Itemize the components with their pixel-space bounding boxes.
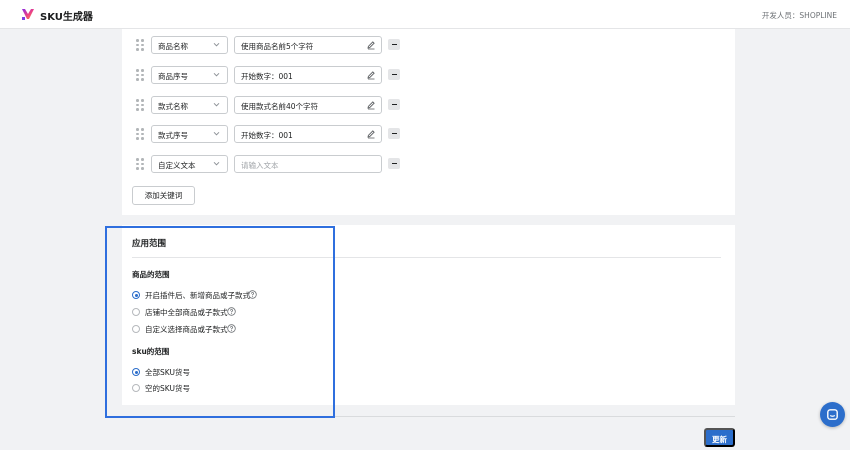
drag-handle-icon[interactable] <box>136 99 144 111</box>
top-bar: SKU生成器 开发人员：SHOPLINE <box>0 0 850 29</box>
remove-row-button[interactable] <box>388 99 400 110</box>
keyword-value: 使用款式名前40个字符 <box>241 102 319 111</box>
keyword-value: 使用商品名前5个字符 <box>241 42 314 51</box>
remove-row-button[interactable] <box>388 69 400 80</box>
drag-handle-icon[interactable] <box>136 69 144 81</box>
pencil-icon[interactable] <box>366 70 376 80</box>
pencil-icon[interactable] <box>366 40 376 50</box>
keyword-row: 自定义文本 请输入文本 <box>122 155 735 173</box>
keyword-row: 商品名称 使用商品名前5个字符 <box>122 36 735 54</box>
keyword-card: 商品名称 使用商品名前5个字符 商品序号 开始数字：001 款式名称 使用款式名… <box>122 29 735 215</box>
remove-row-button[interactable] <box>388 158 400 169</box>
keyword-type-label: 商品名称 <box>158 42 188 51</box>
chevron-down-icon <box>213 102 220 107</box>
chevron-down-icon <box>213 72 220 77</box>
chevron-down-icon <box>213 42 220 47</box>
remove-row-button[interactable] <box>388 128 400 139</box>
keyword-placeholder: 请输入文本 <box>241 161 279 170</box>
keyword-value-input[interactable]: 使用款式名前40个字符 <box>234 96 382 114</box>
pencil-icon[interactable] <box>366 129 376 139</box>
keyword-type-select[interactable]: 商品序号 <box>151 66 228 84</box>
pencil-icon[interactable] <box>366 100 376 110</box>
keyword-type-label: 款式名称 <box>158 102 188 111</box>
add-keyword-button[interactable]: 添加关键词 <box>132 186 195 205</box>
keyword-value-input[interactable]: 开始数字：001 <box>234 66 382 84</box>
chat-button[interactable] <box>820 402 845 427</box>
keyword-value: 开始数字：001 <box>241 72 293 81</box>
keyword-row: 款式名称 使用款式名前40个字符 <box>122 96 735 114</box>
keyword-type-label: 款式序号 <box>158 131 188 140</box>
keyword-type-label: 自定义文本 <box>158 161 196 170</box>
drag-handle-icon[interactable] <box>136 158 144 170</box>
keyword-row: 款式序号 开始数字：001 <box>122 125 735 143</box>
sku-generator-logo-icon <box>22 9 34 20</box>
highlight-box <box>105 226 335 418</box>
keyword-type-select[interactable]: 商品名称 <box>151 36 228 54</box>
keyword-type-label: 商品序号 <box>158 72 188 81</box>
remove-row-button[interactable] <box>388 39 400 50</box>
keyword-value: 开始数字：001 <box>241 131 293 140</box>
drag-handle-icon[interactable] <box>136 39 144 51</box>
keyword-value-input[interactable]: 请输入文本 <box>234 155 382 173</box>
keyword-value-input[interactable]: 使用商品名前5个字符 <box>234 36 382 54</box>
keyword-type-select[interactable]: 自定义文本 <box>151 155 228 173</box>
developer-label: 开发人员：SHOPLINE <box>761 11 837 20</box>
keyword-value-input[interactable]: 开始数字：001 <box>234 125 382 143</box>
keyword-type-select[interactable]: 款式序号 <box>151 125 228 143</box>
drag-handle-icon[interactable] <box>136 128 144 140</box>
chevron-down-icon <box>213 161 220 166</box>
keyword-row: 商品序号 开始数字：001 <box>122 66 735 84</box>
app-title: SKU生成器 <box>40 12 93 23</box>
update-button[interactable]: 更新 <box>704 428 735 447</box>
chat-icon <box>827 409 838 420</box>
chevron-down-icon <box>213 131 220 136</box>
keyword-type-select[interactable]: 款式名称 <box>151 96 228 114</box>
